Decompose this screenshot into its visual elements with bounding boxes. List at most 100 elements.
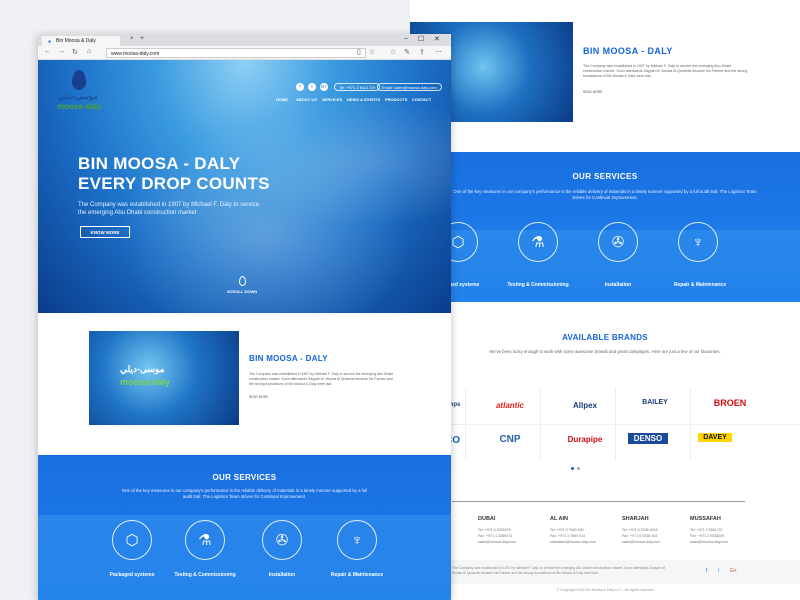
nav-contact[interactable]: CONTACT [412,97,431,102]
hero-heading-line2: EVERY DROP COUNTS [78,174,270,193]
nav-products[interactable]: PRODUCTS [385,97,407,102]
logo-english[interactable]: moosa-daly [57,102,101,111]
about-text: The Company was established in 1907 by M… [583,64,748,78]
hero-heading-line1: BIN MOOSA - DALY [78,154,241,173]
footer-city-title: SHARJAH [622,516,649,522]
copyright: © Copyright 2016 Bin Moosa & Daly LLC - … [556,588,654,592]
read-more-link[interactable]: READ MORE [249,395,268,399]
footer-email[interactable]: sales@moosa-daly.com [622,539,660,545]
share-icon[interactable]: ⇪ [419,48,425,56]
twitter-icon[interactable]: t [718,568,719,574]
browser-tab[interactable]: ● Bin Moosa & Daly [42,36,120,46]
about-title: BIN MOOSA - DALY [249,354,328,363]
more-icon[interactable]: ⋯ [435,48,442,56]
brand-logo-broen[interactable]: BROEN [700,398,760,408]
services-title: OUR SERVICES [212,473,277,482]
services-title: OUR SERVICES [572,172,638,181]
know-more-button[interactable]: KNOW MORE [80,226,130,238]
services-text: One of the key measures in our company's… [453,189,757,200]
background-page: BIN MOOSA - DALY The Company was establi… [410,0,800,600]
footer-email[interactable]: sales@moosa-daly.com [478,539,516,545]
favicon-drop-icon: ● [48,39,52,45]
footer-email[interactable]: sales@moosa-daly.com [690,539,728,545]
reading-view-icon[interactable]: ▯ [357,48,361,56]
notes-pen-icon[interactable]: ✎ [404,48,410,56]
new-tab-icon[interactable]: + [140,35,144,42]
brand-logo-bailey[interactable]: BAILEY [625,399,685,406]
drill-icon[interactable]: ✇ [598,222,638,262]
footer-email[interactable]: salesalain@moosa-daly.com [550,539,596,545]
scroll-down-link[interactable]: SCROLL DOWN [227,289,257,294]
nav-services[interactable]: SERVICES [322,97,342,102]
footer-about-text: The Company was established in 1907 by M… [452,566,666,575]
footer-city-title: MUSSAFAH [690,516,721,522]
brand-divider [690,388,691,460]
drill-icon[interactable]: ✇ [262,520,302,560]
refresh-icon[interactable]: ↻ [72,48,78,56]
wrench-icon[interactable]: ♆ [678,222,718,262]
footer-divider [452,501,745,502]
brand-divider [465,388,466,460]
brand-logo-durapipe[interactable]: Durapipe [555,435,615,444]
services-section: OUR SERVICES One of the key measures in … [38,455,451,600]
email-pill[interactable]: Email: sales@moosa-daly.com [377,83,442,91]
brands-title: AVAILABLE BRANDS [562,333,648,342]
wrench-icon[interactable]: ♆ [337,520,377,560]
brand-divider [615,388,616,460]
logo-drop-icon[interactable] [72,70,86,90]
google-plus-icon[interactable]: G+ [730,568,737,574]
tab-title: Bin Moosa & Daly [56,38,96,44]
logo-arabic[interactable]: موسى-ديلي [58,92,98,101]
nav-news-events[interactable]: NEWS & EVENTS [347,97,380,102]
nav-about-us[interactable]: ABOUT US [296,97,317,102]
window-close-icon[interactable]: ✕ [434,35,440,43]
about-text: The Company was established in 1907 by M… [249,372,394,386]
home-icon[interactable]: ⌂ [87,48,91,55]
facebook-icon[interactable]: f [706,568,707,574]
brand-logo-cnp[interactable]: CNP [485,434,535,445]
brands-text: We've been lucky enough to work with som… [489,349,721,354]
brand-logo-allpex[interactable]: Allpex [555,401,615,410]
water-wave [38,515,451,600]
url-input[interactable]: www.moosa-daly.com [106,48,366,58]
back-icon[interactable]: ← [44,48,51,55]
about-title: BIN MOOSA - DALY [583,46,673,56]
footer-city-title: AL AIN [550,516,569,522]
tab-close-icon[interactable]: × [130,36,134,42]
forward-icon[interactable]: → [58,48,65,55]
phone-pill[interactable]: Tel: +971 2 6421720 [334,83,381,91]
hero-subtitle: The Company was established in 1907 by M… [78,202,260,216]
services-text: One of the key measures in our company's… [121,488,368,499]
maximize-icon[interactable]: ☐ [418,35,424,43]
address-bar: ← → ↻ ⌂ www.moosa-daly.com ▯ ☆ ☆ ✎ ⇪ ⋯ [38,46,451,60]
browser-window: ● Bin Moosa & Daly × + – ☐ ✕ ← → ↻ ⌂ www… [38,34,451,600]
about-logo-arabic: موسى-ديلي [120,364,165,374]
service-label: Testing & Commissioning [507,282,569,288]
nav-home[interactable]: HOME [276,97,288,102]
scroll-drop-icon[interactable] [239,276,246,286]
flask-icon[interactable]: ⚗ [185,520,225,560]
services-section: OUR SERVICES One of the key measures in … [410,152,800,302]
google-plus-icon[interactable]: G+ [320,83,328,91]
flask-icon[interactable]: ⚗ [518,222,558,262]
carousel-dot[interactable] [577,467,580,470]
minimize-icon[interactable]: – [404,35,408,42]
footer-about-bar: The Company was established in 1907 by M… [410,560,800,584]
service-label: Installation [604,282,632,288]
facebook-icon[interactable]: f [296,83,304,91]
brand-logo-denso[interactable]: DENSO [628,433,668,444]
favorites-hub-icon[interactable]: ☆ [390,48,396,56]
favorite-star-icon[interactable]: ☆ [369,48,375,56]
carousel-dot-active[interactable] [571,467,574,470]
read-more-link[interactable]: READ MORE [583,90,602,94]
service-label: Repair & Maintenance [673,282,727,288]
brand-logo-davey[interactable]: DAVEY [698,433,732,442]
brand-divider [540,388,541,460]
hero-section: موسى-ديلي moosa-daly f t G+ Tel: +971 2 … [38,60,451,313]
brand-logo-atlantic[interactable]: atlantic [480,401,540,410]
hero-heading: BIN MOOSA - DALY EVERY DROP COUNTS [78,154,270,194]
service-label-repair: Repair & Maintenance [330,572,384,578]
box-icon[interactable]: ⬡ [112,520,152,560]
twitter-icon[interactable]: t [308,83,316,91]
brand-divider [410,424,800,425]
